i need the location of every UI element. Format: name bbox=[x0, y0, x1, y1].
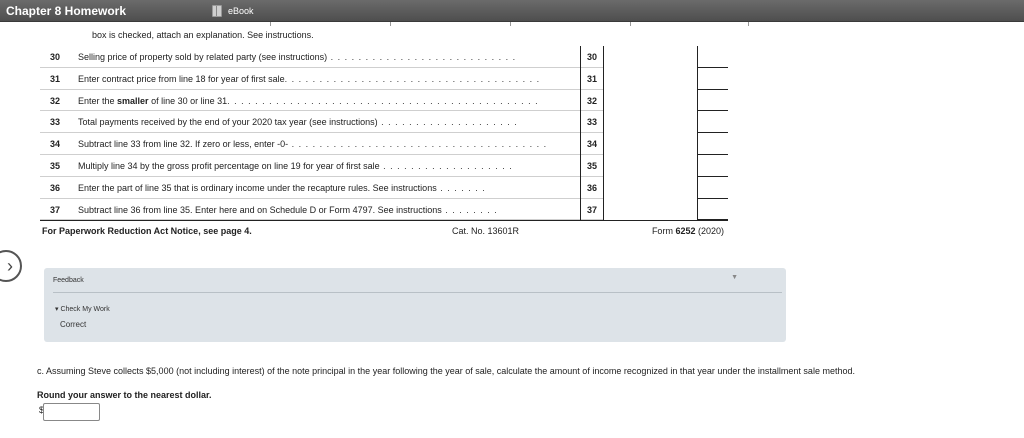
line-cents-cell bbox=[698, 199, 728, 221]
form-line-34: 34 Subtract line 33 from line 32. If zer… bbox=[40, 133, 728, 155]
line-description: Subtract line 33 from line 32. If zero o… bbox=[78, 139, 548, 150]
line-amount-cell bbox=[604, 89, 698, 112]
assignment-title: Chapter 8 Homework bbox=[6, 4, 127, 18]
line-cents-cell bbox=[698, 46, 728, 68]
line-cents-cell bbox=[698, 133, 728, 155]
caret-down-icon[interactable]: ▼ bbox=[731, 274, 738, 281]
book-icon bbox=[212, 5, 222, 17]
line-description: Total payments received by the end of yo… bbox=[78, 117, 518, 128]
line-box-label: 30 bbox=[580, 46, 604, 68]
line-amount-cell bbox=[604, 46, 698, 68]
line-number: 37 bbox=[50, 204, 61, 215]
top-bar: Chapter 8 Homework eBook bbox=[0, 0, 1024, 22]
form-line-30: 30 Selling price of property sold by rel… bbox=[40, 46, 728, 68]
form-line-31: 31 Enter contract price from line 18 for… bbox=[40, 67, 728, 90]
line-amount-cell bbox=[604, 67, 698, 90]
form-line-33: 33 Total payments received by the end of… bbox=[40, 111, 728, 134]
form-lines: 30 Selling price of property sold by rel… bbox=[40, 46, 728, 221]
line-box-label: 32 bbox=[580, 89, 604, 112]
answer-input[interactable] bbox=[43, 403, 100, 421]
line-description: Multiply line 34 by the gross profit per… bbox=[78, 160, 513, 171]
form-top-ticks bbox=[270, 22, 750, 26]
feedback-title[interactable]: Feedback bbox=[53, 277, 84, 284]
form-bottom-rule bbox=[40, 220, 728, 221]
feedback-panel: Feedback ▼ ▾ Check My Work Correct bbox=[44, 268, 786, 342]
line-description: Enter the part of line 35 that is ordina… bbox=[78, 182, 486, 193]
form-line-35: 35 Multiply line 34 by the gross profit … bbox=[40, 154, 728, 177]
line-number: 30 bbox=[50, 52, 61, 62]
line-cents-cell bbox=[698, 90, 728, 112]
question-c-text: c. Assuming Steve collects $5,000 (not i… bbox=[37, 366, 855, 376]
feedback-result: Correct bbox=[60, 320, 87, 329]
line-box-label: 36 bbox=[580, 176, 604, 199]
chevron-right-icon[interactable]: › bbox=[0, 250, 22, 282]
line-cents-cell bbox=[698, 155, 728, 177]
check-my-work-toggle[interactable]: ▾ Check My Work bbox=[55, 305, 110, 313]
line-amount-cell bbox=[604, 154, 698, 177]
line-amount-cell bbox=[604, 133, 698, 155]
line-cents-cell bbox=[698, 177, 728, 199]
line-amount-cell bbox=[604, 176, 698, 199]
line-number: 34 bbox=[50, 139, 61, 150]
line-box-label: 34 bbox=[580, 133, 604, 155]
line-box-label: 37 bbox=[580, 198, 604, 221]
feedback-divider bbox=[53, 292, 782, 293]
form-note: box is checked, attach an explanation. S… bbox=[92, 30, 314, 40]
line-cents-cell bbox=[698, 68, 728, 90]
ebook-label: eBook bbox=[228, 6, 254, 16]
line-description: Selling price of property sold by relate… bbox=[78, 52, 517, 62]
form-number: Form 6252 (2020) bbox=[651, 226, 724, 236]
rounding-instruction: Round your answer to the nearest dollar. bbox=[37, 390, 212, 400]
form-line-32: 32 Enter the smaller of line 30 or line … bbox=[40, 89, 728, 112]
paperwork-notice: For Paperwork Reduction Act Notice, see … bbox=[42, 226, 252, 236]
line-box-label: 31 bbox=[580, 67, 604, 90]
line-box-label: 35 bbox=[580, 154, 604, 177]
line-cents-cell bbox=[698, 111, 728, 134]
line-number: 36 bbox=[50, 182, 61, 193]
form-line-37: 37 Subtract line 36 from line 35. Enter … bbox=[40, 198, 728, 221]
form-line-36: 36 Enter the part of line 35 that is ord… bbox=[40, 176, 728, 199]
catalog-number: Cat. No. 13601R bbox=[452, 226, 520, 236]
line-description: Enter the smaller of line 30 or line 31.… bbox=[78, 95, 539, 106]
line-description: Subtract line 36 from line 35. Enter her… bbox=[78, 204, 498, 215]
line-number: 31 bbox=[50, 73, 61, 84]
line-amount-cell bbox=[604, 198, 698, 221]
line-number: 33 bbox=[50, 117, 61, 128]
line-description: Enter contract price from line 18 for ye… bbox=[78, 73, 541, 84]
ebook-button[interactable]: eBook bbox=[212, 2, 270, 20]
line-number: 32 bbox=[50, 95, 61, 106]
line-amount-cell bbox=[604, 111, 698, 134]
line-number: 35 bbox=[50, 160, 61, 171]
line-box-label: 33 bbox=[580, 111, 604, 134]
